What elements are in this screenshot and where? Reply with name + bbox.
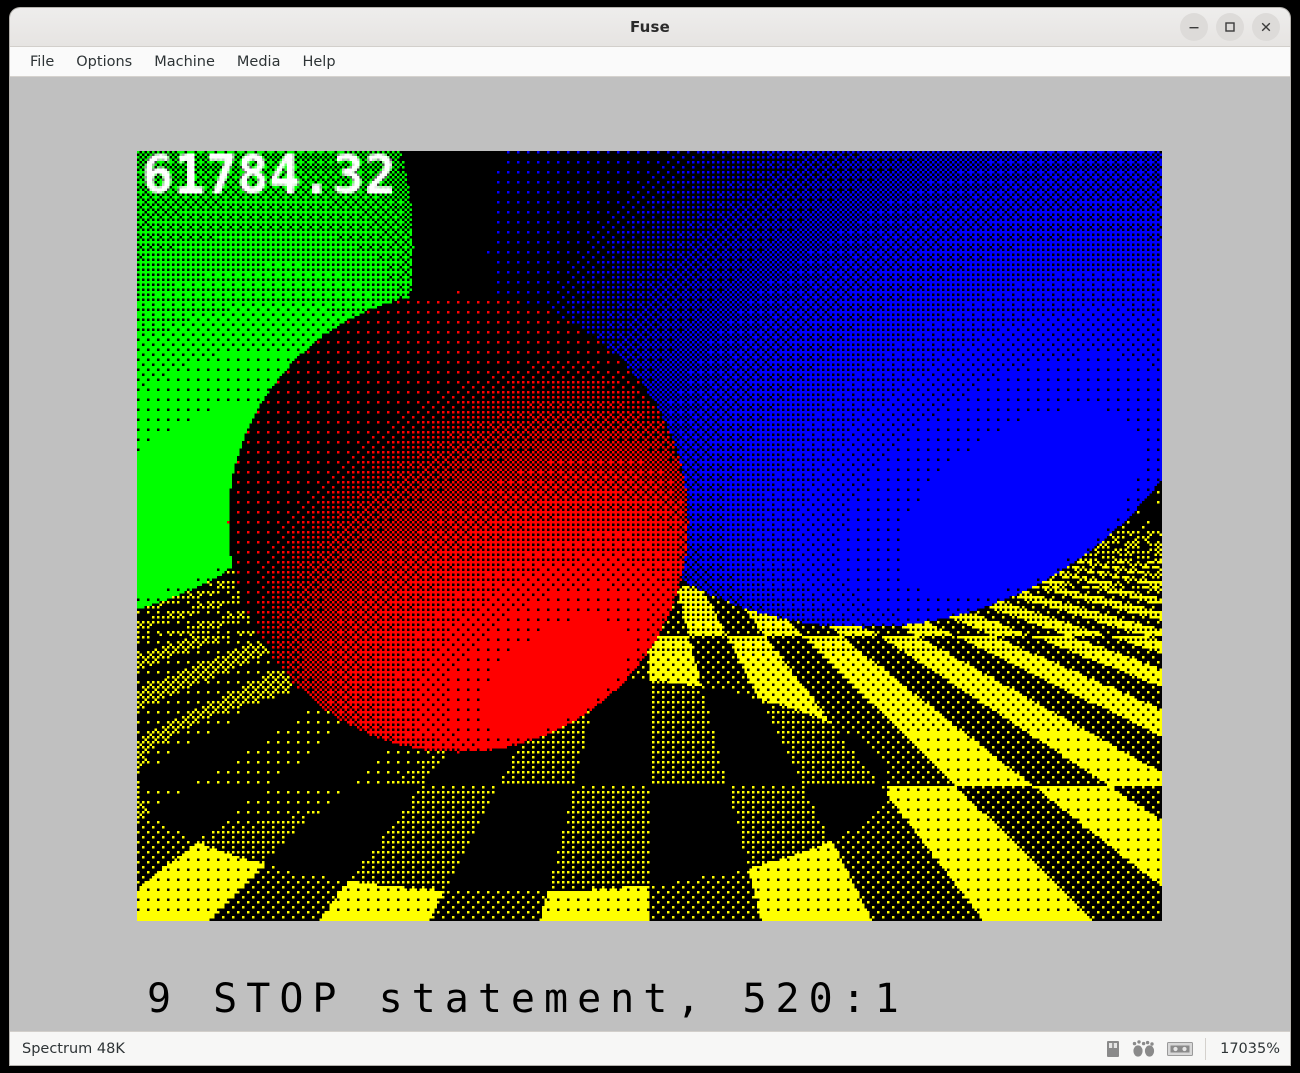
minimize-icon xyxy=(1189,27,1199,29)
menu-item-help[interactable]: Help xyxy=(292,51,345,73)
window-title: Fuse xyxy=(629,18,671,36)
menu-item-file[interactable]: File xyxy=(20,51,64,73)
maximize-button[interactable] xyxy=(1216,13,1244,41)
menu-item-media[interactable]: Media xyxy=(227,51,291,73)
status-icon-group xyxy=(1105,1037,1207,1060)
basic-report-line: 9 STOP statement, 520:1 xyxy=(147,976,908,1022)
emulator-display-area[interactable]: 9 STOP statement, 520:1 xyxy=(10,77,1290,1031)
fuse-window: Fuse File Options Machine Media Help 9 S… xyxy=(10,8,1290,1065)
status-machine-label: Spectrum 48K xyxy=(22,1040,125,1057)
close-icon xyxy=(1261,22,1271,32)
mouse-icon[interactable] xyxy=(1105,1040,1121,1058)
disk-drive-icon[interactable] xyxy=(1131,1039,1157,1058)
window-controls xyxy=(1180,8,1280,46)
tape-cassette-icon[interactable] xyxy=(1167,1041,1194,1057)
close-button[interactable] xyxy=(1252,13,1280,41)
spectrum-screen-canvas[interactable] xyxy=(137,151,1162,921)
maximize-icon xyxy=(1225,22,1235,32)
title-bar: Fuse xyxy=(10,8,1290,47)
menu-item-options[interactable]: Options xyxy=(66,51,142,73)
status-speed-label: 17035% xyxy=(1220,1040,1280,1057)
minimize-button[interactable] xyxy=(1180,13,1208,41)
menu-item-machine[interactable]: Machine xyxy=(144,51,225,73)
menu-bar: File Options Machine Media Help xyxy=(10,47,1290,77)
status-bar: Spectrum 48K 17035% xyxy=(10,1031,1290,1065)
